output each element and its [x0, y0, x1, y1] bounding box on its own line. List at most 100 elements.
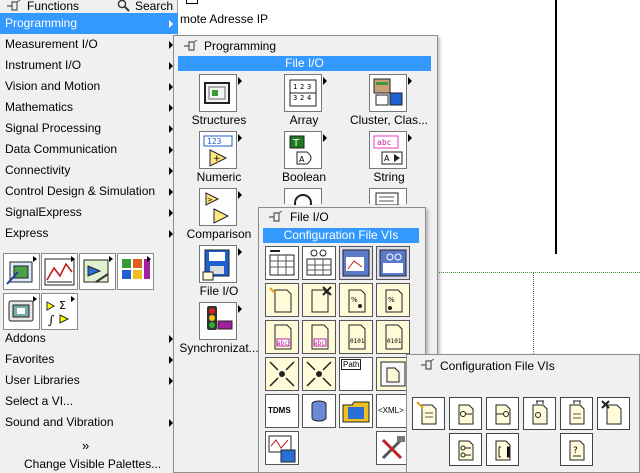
menu-item-measurement-i-o[interactable]: Measurement I/O [0, 34, 178, 55]
not-config-refnum-icon[interactable]: ? [560, 433, 593, 466]
background-terminal [186, 0, 198, 4]
menu-item-favorites[interactable]: Favorites [0, 349, 178, 370]
menu-item-signal-processing[interactable]: Signal Processing [0, 118, 178, 139]
file-io-icon[interactable] [199, 245, 242, 283]
get-key-names-icon[interactable] [449, 433, 482, 466]
svg-text:∫: ∫ [48, 313, 55, 327]
expand-chevron-icon[interactable]: » [82, 438, 89, 453]
scan-from-file-icon[interactable]: % [376, 283, 410, 317]
string-icon[interactable]: abc A [369, 131, 412, 169]
menu-item-addons[interactable]: Addons [0, 328, 178, 349]
menu-item-programming[interactable]: Programming [0, 13, 178, 34]
dialog-icon[interactable] [369, 188, 407, 206]
svg-text:+: + [213, 154, 221, 164]
timing-icon[interactable] [284, 188, 322, 212]
express-math-icon[interactable]: Σ ∫ [41, 293, 78, 330]
open-file-icon[interactable] [265, 283, 299, 317]
configuration-file-vis-highlight[interactable]: Configuration File VIs [263, 228, 419, 243]
read-key-icon[interactable] [449, 397, 482, 430]
pin-icon[interactable] [419, 358, 435, 374]
waveform-file-icon[interactable] [265, 431, 299, 465]
menu-item-label: Addons [5, 331, 46, 345]
search-icon [117, 0, 130, 12]
express-signal-icon[interactable] [41, 253, 78, 290]
file-io-highlight[interactable]: File I/O [178, 56, 431, 71]
storage-icon[interactable] [302, 394, 336, 428]
get-section-names-icon[interactable] [486, 433, 519, 466]
write-text-file-icon[interactable]: abc [265, 320, 299, 354]
remove-key-icon[interactable] [523, 397, 556, 430]
structures-icon[interactable] [199, 74, 242, 112]
menu-item-label: Sound and Vibration [5, 415, 114, 429]
read-spreadsheet-icon[interactable] [302, 246, 336, 280]
configuration-file-vis-submenu: Configuration File VIs ? [406, 354, 640, 473]
xml-icon[interactable]: <XML> [376, 394, 410, 428]
menu-item-control-design-simulation[interactable]: Control Design & Simulation [0, 181, 178, 202]
menu-item-signalexpress[interactable]: SignalExpress [0, 202, 178, 223]
svg-text:0101: 0101 [350, 338, 365, 345]
search-button[interactable]: Search [115, 0, 173, 13]
close-config-data-icon[interactable] [597, 397, 630, 430]
path-constant-icon[interactable]: Path [339, 357, 373, 391]
tile-label-structures: Structures [191, 113, 247, 127]
zip-icon[interactable] [339, 394, 373, 428]
svg-text:Σ: Σ [59, 299, 66, 312]
read-measurement-icon[interactable] [376, 246, 410, 280]
write-key-icon[interactable] [486, 397, 519, 430]
menu-item-select-a-vi[interactable]: Select a VI... [0, 391, 178, 412]
tdms-icon[interactable]: TDMS [265, 394, 299, 428]
menu-item-data-communication[interactable]: Data Communication [0, 139, 178, 160]
configuration-title: Configuration File VIs [440, 359, 555, 373]
menu-item-instrument-i-o[interactable]: Instrument I/O [0, 55, 178, 76]
programming-title: Programming [204, 39, 277, 53]
tile-label-file-io: File I/O [199, 284, 239, 298]
remove-section-icon[interactable] [560, 397, 593, 430]
cluster-icon[interactable] [369, 74, 412, 112]
menu-item-label: Favorites [5, 352, 55, 366]
file-constants-icon[interactable] [265, 357, 299, 391]
read-binary-file-icon[interactable]: 0101 [376, 320, 410, 354]
open-config-data-icon[interactable] [412, 397, 445, 430]
svg-text:0101: 0101 [387, 338, 402, 345]
change-visible-palettes-link[interactable]: Change Visible Palettes... [24, 457, 161, 471]
advanced-file-functions-icon[interactable] [302, 357, 336, 391]
menu-item-label: Vision and Motion [5, 79, 101, 93]
comparison-icon[interactable]: > [199, 188, 242, 226]
file-dialog-icon[interactable] [376, 357, 410, 391]
menu-item-user-libraries[interactable]: User Libraries [0, 370, 178, 391]
express-arith-icon[interactable] [117, 253, 154, 290]
format-into-file-icon[interactable]: % [339, 283, 373, 317]
pin-icon[interactable] [267, 210, 283, 226]
write-spreadsheet-icon[interactable] [265, 246, 299, 280]
boolean-icon[interactable]: TA [284, 131, 327, 169]
menu-item-express[interactable]: Express [0, 223, 178, 244]
path-tag: Path [341, 359, 362, 370]
svg-text:3: 3 [307, 83, 311, 91]
svg-text:2: 2 [300, 94, 304, 102]
menu-item-mathematics[interactable]: Mathematics [0, 97, 178, 118]
array-icon[interactable]: 123 324 [284, 74, 327, 112]
search-label: Search [135, 0, 174, 13]
pin-icon[interactable] [182, 39, 198, 55]
menu-item-label: Signal Processing [5, 121, 102, 135]
menu-item-sound-and-vibration[interactable]: Sound and Vibration [0, 412, 178, 433]
read-text-file-icon[interactable]: abc [302, 320, 336, 354]
menu-item-label: User Libraries [5, 373, 80, 387]
menu-item-label: Select a VI... [5, 394, 74, 408]
svg-text:2: 2 [300, 83, 304, 91]
menu-item-vision-and-motion[interactable]: Vision and Motion [0, 76, 178, 97]
close-file-icon[interactable] [302, 283, 336, 317]
write-measurement-icon[interactable] [339, 246, 373, 280]
background-wire [555, 0, 557, 254]
express-output-icon[interactable] [3, 293, 40, 330]
tile-label-string: String [373, 170, 405, 184]
menu-item-label: Express [5, 226, 49, 240]
write-binary-file-icon[interactable]: 0101 [339, 320, 373, 354]
menu-item-label: Connectivity [5, 163, 71, 177]
menu-item-connectivity[interactable]: Connectivity [0, 160, 178, 181]
synchronization-icon[interactable] [199, 302, 242, 340]
express-exec-icon[interactable] [79, 253, 116, 290]
file-tools-icon[interactable] [376, 431, 410, 465]
express-input-icon[interactable] [3, 253, 40, 290]
numeric-icon[interactable]: 123 + [199, 131, 242, 169]
